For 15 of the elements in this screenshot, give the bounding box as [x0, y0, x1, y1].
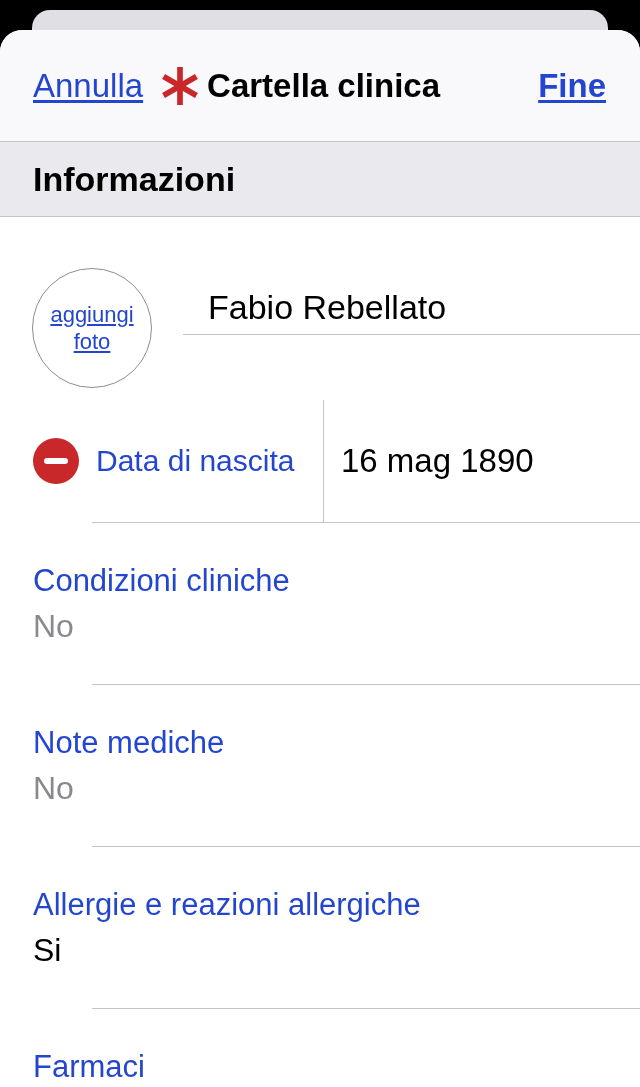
field-label: Farmaci	[33, 1049, 146, 1085]
date-field[interactable]: 16 mag 1890	[324, 400, 640, 522]
window-title: Cartella clinica	[207, 66, 441, 105]
field-label: Note mediche	[33, 725, 226, 761]
done-link[interactable]: Fine	[538, 66, 606, 105]
field-label: Allergie e reazioni allergiche	[33, 887, 422, 923]
cancel-link[interactable]: Annulla	[33, 66, 144, 105]
remove-icon[interactable]	[33, 438, 79, 484]
section-header: Informazioni	[0, 142, 640, 217]
field-label: Condizioni cliniche	[33, 563, 291, 599]
name-field[interactable]: Fabio Rebellato	[183, 288, 640, 335]
medical-asterisk-icon	[161, 66, 200, 105]
text-field[interactable]: Si	[33, 931, 607, 969]
add-photo-button[interactable]: aggiungi foto	[32, 268, 152, 388]
field-label: Data di nascita	[96, 444, 295, 478]
